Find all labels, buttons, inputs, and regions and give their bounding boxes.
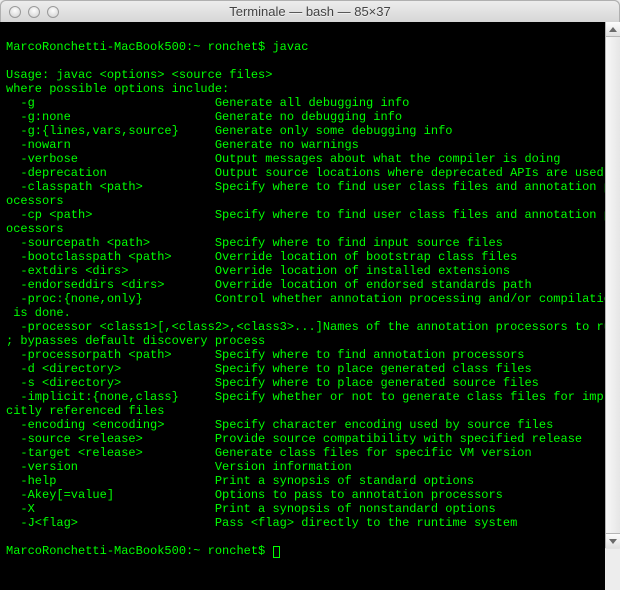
terminal-line: -encoding <encoding> Specify character e… — [6, 418, 599, 432]
terminal-line: -sourcepath <path> Specify where to find… — [6, 236, 599, 250]
titlebar: Terminale — bash — 85×37 — [1, 1, 619, 23]
prompt-text: MarcoRonchetti-MacBook500:~ ronchet$ — [6, 544, 272, 558]
terminal-line: citly referenced files — [6, 404, 599, 418]
terminal-line: -cp <path> Specify where to find user cl… — [6, 208, 599, 222]
scrollbar[interactable] — [605, 22, 620, 548]
terminal-line: -help Print a synopsis of standard optio… — [6, 474, 599, 488]
arrow-down-icon — [609, 539, 617, 544]
terminal-line: -version Version information — [6, 460, 599, 474]
terminal-output: Usage: javac <options> <source files>whe… — [6, 68, 599, 530]
terminal-line: -g:{lines,vars,source} Generate only som… — [6, 124, 599, 138]
terminal-line: -nowarn Generate no warnings — [6, 138, 599, 152]
terminal-line: -endorseddirs <dirs> Override location o… — [6, 278, 599, 292]
arrow-up-icon — [609, 27, 617, 32]
terminal-line: ocessors — [6, 222, 599, 236]
terminal-body[interactable]: MarcoRonchetti-MacBook500:~ ronchet$ jav… — [0, 22, 605, 590]
window-title: Terminale — bash — 85×37 — [1, 4, 619, 19]
zoom-button[interactable] — [47, 6, 59, 18]
scroll-up-button[interactable] — [606, 22, 620, 37]
terminal-line: -processorpath <path> Specify where to f… — [6, 348, 599, 362]
terminal-window: Terminale — bash — 85×37 MarcoRonchetti-… — [0, 0, 620, 548]
terminal-line: -proc:{none,only} Control whether annota… — [6, 292, 599, 306]
scroll-down-button[interactable] — [606, 533, 620, 548]
terminal-line: -J<flag> Pass <flag> directly to the run… — [6, 516, 599, 530]
terminal-line: -X Print a synopsis of nonstandard optio… — [6, 502, 599, 516]
window-controls — [1, 6, 59, 18]
terminal-line: -d <directory> Specify where to place ge… — [6, 362, 599, 376]
terminal-line: -s <directory> Specify where to place ge… — [6, 376, 599, 390]
close-button[interactable] — [9, 6, 21, 18]
terminal-line: ; bypasses default discovery process — [6, 334, 599, 348]
terminal-line: -bootclasspath <path> Override location … — [6, 250, 599, 264]
terminal-line: -g:none Generate no debugging info — [6, 110, 599, 124]
terminal-line: ocessors — [6, 194, 599, 208]
terminal-line: where possible options include: — [6, 82, 599, 96]
terminal-line: -Akey[=value] Options to pass to annotat… — [6, 488, 599, 502]
terminal-line: -g Generate all debugging info — [6, 96, 599, 110]
prompt-line-current[interactable]: MarcoRonchetti-MacBook500:~ ronchet$ — [6, 544, 599, 558]
terminal-line: -deprecation Output source locations whe… — [6, 166, 599, 180]
terminal-line: -extdirs <dirs> Override location of ins… — [6, 264, 599, 278]
minimize-button[interactable] — [28, 6, 40, 18]
terminal-line: is done. — [6, 306, 599, 320]
prompt-line: MarcoRonchetti-MacBook500:~ ronchet$ jav… — [6, 40, 599, 54]
terminal-line: -classpath <path> Specify where to find … — [6, 180, 599, 194]
terminal-line: -implicit:{none,class} Specify whether o… — [6, 390, 599, 404]
terminal-line: Usage: javac <options> <source files> — [6, 68, 599, 82]
terminal-line: -target <release> Generate class files f… — [6, 446, 599, 460]
terminal-viewport[interactable]: MarcoRonchetti-MacBook500:~ ronchet$ jav… — [0, 22, 605, 548]
terminal-line: -processor <class1>[,<class2>,<class3>..… — [6, 320, 599, 334]
terminal-line: -source <release> Provide source compati… — [6, 432, 599, 446]
terminal-line: -verbose Output messages about what the … — [6, 152, 599, 166]
